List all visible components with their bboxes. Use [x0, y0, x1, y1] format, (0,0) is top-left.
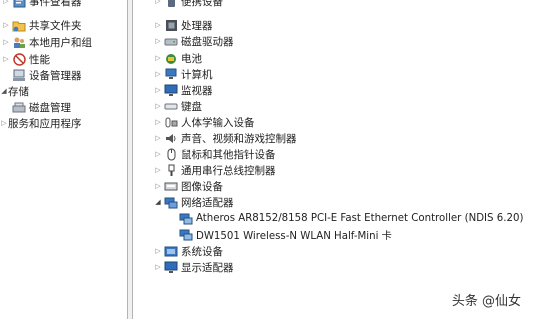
tree-item-label: 设备管理器 [29, 69, 82, 82]
usb-icon [164, 163, 178, 177]
tree-item-label: 磁盘管理 [29, 101, 71, 114]
network-card-icon [179, 227, 193, 241]
portable-device-icon [164, 0, 178, 8]
device-category-hid[interactable]: ▷ 人体学输入设备 [154, 114, 255, 130]
hid-icon [164, 115, 178, 129]
device-category-computer[interactable]: ▷ 计算机 [154, 66, 213, 82]
device-category-mice[interactable]: ▷ 鼠标和其他指针设备 [154, 146, 276, 162]
imaging-icon [164, 179, 178, 193]
network-card-icon [179, 211, 193, 225]
expand-arrow-icon[interactable]: ▷ [154, 0, 162, 9]
expand-arrow-icon[interactable]: ▷ [154, 243, 162, 259]
mouse-icon [164, 147, 178, 161]
device-tree-pane: ▷ 便携设备 ▷ 处理器 ▷ 磁盘驱动器 ▷ 电池 ▷ 计算机 ▷ 监视器 ▷ … [133, 0, 535, 319]
device-category-monitors[interactable]: ▷ 监视器 [154, 82, 213, 98]
tree-item-performance[interactable]: ▷ 性能 [2, 51, 50, 67]
event-viewer-icon [12, 0, 26, 8]
collapse-arrow-icon[interactable]: ◢ [0, 83, 8, 99]
collapse-arrow-icon[interactable]: ◢ [154, 194, 162, 210]
tree-item-device-manager[interactable]: 设备管理器 [2, 67, 82, 83]
tree-item-event-viewer[interactable]: ▷ 事件查看器 [2, 0, 82, 9]
tree-item-local-users-groups[interactable]: ▷ 本地用户和组 [2, 34, 92, 50]
device-category-label: 磁盘驱动器 [181, 35, 234, 48]
device-label: DW1501 Wireless-N WLAN Half-Mini 卡 [196, 230, 392, 242]
display-adapter-icon [164, 260, 178, 274]
sound-icon [164, 131, 178, 145]
tree-item-label: 服务和应用程序 [8, 117, 82, 130]
device-category-battery[interactable]: ▷ 电池 [154, 50, 202, 66]
expand-arrow-icon[interactable]: ▷ [154, 50, 162, 66]
device-category-label: 系统设备 [181, 245, 223, 258]
tree-item-label: 事件查看器 [29, 0, 82, 8]
device-category-imaging[interactable]: ▷ 图像设备 [154, 178, 223, 194]
tree-item-label: 性能 [29, 53, 50, 66]
device-category-label: 人体学输入设备 [181, 116, 255, 129]
device-category-label: 声音、视频和游戏控制器 [181, 132, 297, 145]
device-category-label: 图像设备 [181, 180, 223, 193]
keyboard-icon [164, 99, 178, 113]
network-device-wlan[interactable]: DW1501 Wireless-N WLAN Half-Mini 卡 [177, 226, 392, 242]
expand-arrow-icon[interactable]: ▷ [154, 146, 162, 162]
expand-arrow-icon[interactable]: ▷ [154, 130, 162, 146]
device-manager-icon [12, 68, 26, 82]
device-category-label: 键盘 [181, 100, 202, 113]
tree-item-label: 存储 [8, 85, 29, 98]
expand-arrow-icon[interactable]: ▷ [154, 17, 162, 33]
device-category-label: 便携设备 [181, 0, 223, 8]
device-category-usb[interactable]: ▷ 通用串行总线控制器 [154, 162, 276, 178]
disk-management-icon [12, 100, 26, 114]
expand-arrow-icon[interactable]: ▷ [154, 82, 162, 98]
expand-arrow-icon[interactable]: ▷ [0, 115, 8, 131]
device-category-portable[interactable]: ▷ 便携设备 [154, 0, 223, 9]
expand-arrow-icon[interactable]: ▷ [154, 33, 162, 49]
device-category-label: 网络适配器 [181, 196, 234, 209]
expand-arrow-icon[interactable]: ▷ [2, 17, 10, 33]
tree-item-disk-management[interactable]: 磁盘管理 [2, 99, 71, 115]
device-label: Atheros AR8152/8158 PCI-E Fast Ethernet … [196, 212, 524, 224]
device-category-label: 处理器 [181, 19, 213, 32]
disk-drive-icon [164, 34, 178, 48]
device-category-processor[interactable]: ▷ 处理器 [154, 17, 213, 33]
performance-icon [12, 52, 26, 66]
device-category-keyboards[interactable]: ▷ 键盘 [154, 98, 202, 114]
device-category-label: 鼠标和其他指针设备 [181, 148, 276, 161]
device-category-label: 电池 [181, 52, 202, 65]
device-category-system-devices[interactable]: ▷ 系统设备 [154, 243, 223, 259]
tree-item-label: 本地用户和组 [29, 36, 92, 49]
device-category-label: 通用串行总线控制器 [181, 164, 276, 177]
device-category-label: 监视器 [181, 84, 213, 97]
expand-arrow-icon[interactable]: ▷ [2, 51, 10, 67]
expand-arrow-icon[interactable]: ▷ [154, 98, 162, 114]
expand-arrow-icon[interactable]: ▷ [2, 34, 10, 50]
tree-item-services-apps[interactable]: ▷ 服务和应用程序 [0, 115, 82, 131]
computer-icon [164, 67, 178, 81]
expand-arrow-icon[interactable]: ▷ [154, 114, 162, 130]
device-category-display-adapters[interactable]: ▷ 显示适配器 [154, 259, 234, 275]
tree-item-label: 共享文件夹 [29, 19, 82, 32]
network-device-ethernet[interactable]: Atheros AR8152/8158 PCI-E Fast Ethernet … [177, 210, 523, 226]
device-category-network-adapters[interactable]: ◢ 网络适配器 [154, 194, 234, 210]
device-category-label: 显示适配器 [181, 261, 234, 274]
expand-arrow-icon[interactable]: ▷ [154, 66, 162, 82]
battery-icon [164, 51, 178, 65]
watermark: 头条 @仙女 [451, 294, 521, 309]
console-tree-pane: ▷ 事件查看器 ▷ 共享文件夹 ▷ 本地用户和组 ▷ 性能 设备管理器 ◢ 存储 [0, 0, 127, 319]
expand-arrow-icon[interactable]: ▷ [154, 178, 162, 194]
shared-folder-icon [12, 18, 26, 32]
system-device-icon [164, 244, 178, 258]
monitor-icon [164, 83, 178, 97]
device-category-disk-drives[interactable]: ▷ 磁盘驱动器 [154, 33, 234, 49]
tree-item-shared-folders[interactable]: ▷ 共享文件夹 [2, 17, 82, 33]
processor-icon [164, 18, 178, 32]
device-category-sound[interactable]: ▷ 声音、视频和游戏控制器 [154, 130, 297, 146]
tree-item-storage[interactable]: ◢ 存储 [0, 83, 29, 99]
users-group-icon [12, 35, 26, 49]
network-adapter-icon [164, 195, 178, 209]
device-category-label: 计算机 [181, 68, 213, 81]
expand-arrow-icon[interactable]: ▷ [154, 162, 162, 178]
expand-arrow-icon[interactable]: ▷ [154, 259, 162, 275]
expand-arrow-icon[interactable]: ▷ [2, 0, 10, 9]
